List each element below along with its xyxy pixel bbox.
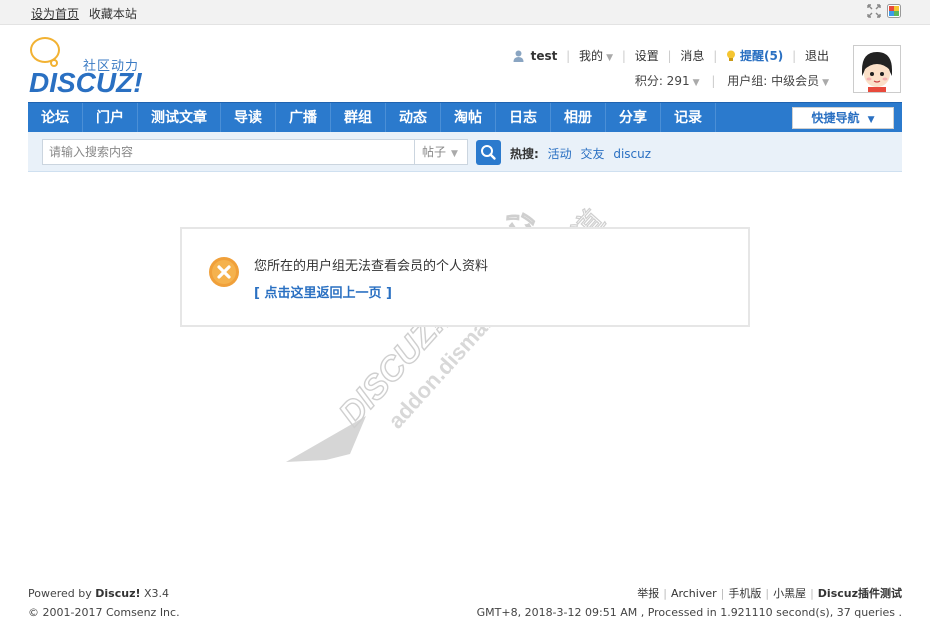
nav-item-share[interactable]: 分享 xyxy=(606,103,661,133)
quick-nav-button[interactable]: 快捷导航 ▼ xyxy=(792,107,894,129)
nav-item-portal[interactable]: 门户 xyxy=(83,103,138,133)
chevron-down-icon: ▼ xyxy=(451,149,458,159)
caret-down-icon: ▼ xyxy=(867,115,875,125)
fullscreen-icon[interactable] xyxy=(867,4,881,18)
top-icons xyxy=(867,4,901,18)
bookmark-link[interactable]: 收藏本站 xyxy=(89,7,137,21)
avatar[interactable] xyxy=(853,45,901,93)
site-logo[interactable]: 社区动力 DISCUZ! xyxy=(28,37,158,99)
top-bar: 设为首页 收藏本站 xyxy=(0,0,930,25)
powered-by: Powered by Discuz! X3.4 xyxy=(28,584,180,603)
nav-item-record[interactable]: 记录 xyxy=(661,103,716,133)
site-name-link[interactable]: Discuz插件测试 xyxy=(818,587,902,600)
search-bar: 请输入搜索内容 帖子 ▼ 热搜: 活动 交友 discuz xyxy=(28,132,902,172)
search-button[interactable] xyxy=(476,140,501,165)
divider: | xyxy=(667,49,672,63)
mobile-link[interactable]: 手机版 xyxy=(728,587,761,600)
my-menu-label: 我的 xyxy=(579,49,604,63)
nav-item-groups[interactable]: 群组 xyxy=(331,103,386,133)
usergroup-label: 用户组: 中级会员 xyxy=(727,74,820,88)
search-input[interactable]: 请输入搜索内容 xyxy=(42,139,414,165)
report-link[interactable]: 举报 xyxy=(637,587,659,600)
nav-item-test-article[interactable]: 测试文章 xyxy=(138,103,221,133)
search-type-select[interactable]: 帖子 ▼ xyxy=(414,139,468,165)
quick-nav-label: 快捷导航 xyxy=(811,111,860,125)
set-homepage-link[interactable]: 设为首页 xyxy=(31,7,79,21)
hot-term[interactable]: discuz xyxy=(613,147,651,161)
main-nav: 论坛 门户 测试文章 导读 广播 群组 动态 淘帖 日志 相册 分享 记录 快捷… xyxy=(28,102,902,133)
nav-item-forum[interactable]: 论坛 xyxy=(28,103,83,133)
user-links: test | 我的 ▼ | 设置 | 消息 | 提醒(5) | 退出 xyxy=(513,46,829,66)
points-menu[interactable]: 积分: 291 ▼ xyxy=(635,74,700,88)
user-info: 积分: 291 ▼ | 用户组: 中级会员 ▼ xyxy=(513,71,829,91)
back-link[interactable]: [ 点击这里返回上一页 ] xyxy=(254,282,392,301)
header: 社区动力 DISCUZ! test | 我的 ▼ | 设置 | 消息 | 提醒(5… xyxy=(0,25,930,101)
divider: | xyxy=(792,49,797,63)
footer-left: Powered by Discuz! X3.4 © 2001-2017 Coms… xyxy=(28,584,180,622)
nav-item-feed[interactable]: 动态 xyxy=(386,103,441,133)
blacklist-link[interactable]: 小黑屋 xyxy=(773,587,806,600)
nav-item-album[interactable]: 相册 xyxy=(551,103,606,133)
theme-color-icon[interactable] xyxy=(887,4,901,18)
nav-item-broadcast[interactable]: 广播 xyxy=(276,103,331,133)
remind-link[interactable]: 提醒(5) xyxy=(740,49,783,63)
chevron-down-icon: ▼ xyxy=(692,78,700,88)
hot-term[interactable]: 交友 xyxy=(580,147,604,161)
nav-item-collection[interactable]: 淘帖 xyxy=(441,103,496,133)
divider: | xyxy=(621,49,626,63)
divider: | xyxy=(810,587,814,600)
error-message: 您所在的用户组无法查看会员的个人资料 xyxy=(254,259,489,274)
search-icon xyxy=(481,145,496,160)
footer-links: 举报 | Archiver | 手机版 | 小黑屋 | Discuz插件测试 xyxy=(477,584,902,603)
user-icon xyxy=(513,48,524,68)
message-box: 您所在的用户组无法查看会员的个人资料 [ 点击这里返回上一页 ] xyxy=(180,227,750,327)
version: X3.4 xyxy=(140,587,170,600)
hot-search-label: 热搜: xyxy=(510,147,539,161)
divider: | xyxy=(713,49,718,63)
points-label: 积分: 291 xyxy=(634,74,690,88)
logo-bubble-tail xyxy=(50,59,58,67)
error-icon xyxy=(208,256,240,288)
powered-brand-link[interactable]: Discuz! xyxy=(95,587,140,600)
lightbulb-icon xyxy=(726,48,736,68)
divider: | xyxy=(711,74,716,88)
username-link[interactable]: test xyxy=(531,49,558,63)
settings-link[interactable]: 设置 xyxy=(635,49,659,63)
copyright: © 2001-2017 Comsenz Inc. xyxy=(28,606,180,619)
usergroup-menu[interactable]: 用户组: 中级会员 ▼ xyxy=(727,74,829,88)
powered-prefix: Powered by xyxy=(28,587,96,600)
archiver-link[interactable]: Archiver xyxy=(671,587,717,600)
messages-link[interactable]: 消息 xyxy=(680,49,704,63)
divider: | xyxy=(566,49,571,63)
nav-item-guide[interactable]: 导读 xyxy=(221,103,276,133)
footer-right: 举报 | Archiver | 手机版 | 小黑屋 | Discuz插件测试 GMT+8, 20… xyxy=(477,584,902,622)
watermark-arrow-icon xyxy=(286,416,366,462)
nav-item-blog[interactable]: 日志 xyxy=(496,103,551,133)
hot-search: 热搜: 活动 交友 discuz xyxy=(510,145,651,162)
divider: | xyxy=(765,587,770,600)
my-menu[interactable]: 我的 ▼ xyxy=(579,49,613,63)
search-type-label: 帖子 xyxy=(422,145,447,159)
divider: | xyxy=(663,587,667,600)
logout-link[interactable]: 退出 xyxy=(805,49,829,63)
top-links: 设为首页 收藏本站 xyxy=(31,5,143,22)
logo-wordmark: DISCUZ! xyxy=(29,67,143,98)
hot-term[interactable]: 活动 xyxy=(548,147,572,161)
page-stats: GMT+8, 2018-3-12 09:51 AM , Processed in… xyxy=(476,606,902,619)
chevron-down-icon: ▼ xyxy=(606,53,613,63)
chevron-down-icon: ▼ xyxy=(822,78,829,88)
user-panel: test | 我的 ▼ | 设置 | 消息 | 提醒(5) | 退出 积分: 29… xyxy=(513,46,829,91)
nav-list: 论坛 门户 测试文章 导读 广播 群组 动态 淘帖 日志 相册 分享 记录 xyxy=(28,103,902,133)
divider: | xyxy=(720,587,725,600)
